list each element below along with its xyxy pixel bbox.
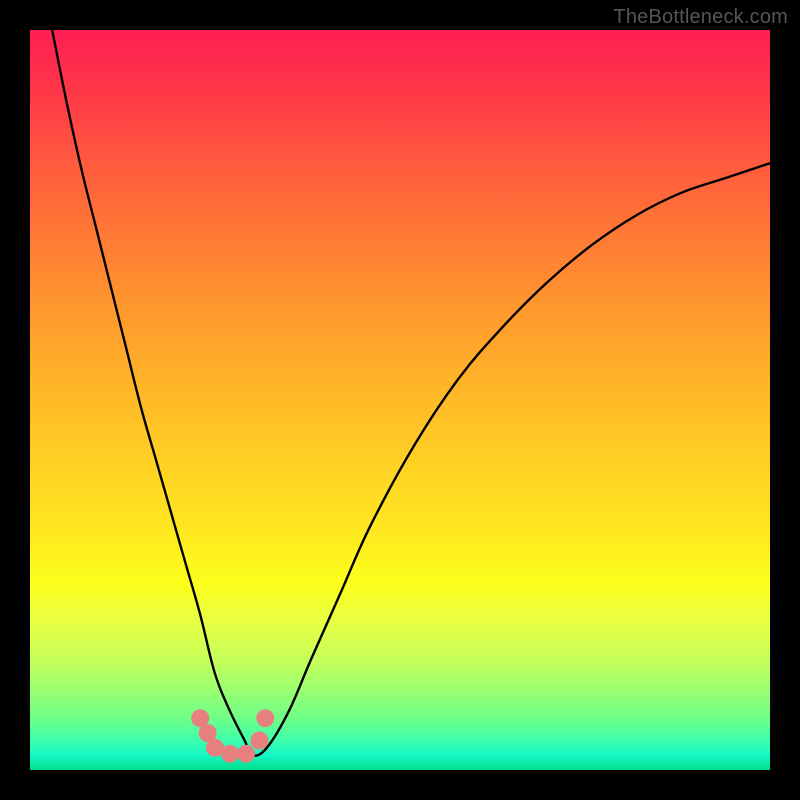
- watermark-text: TheBottleneck.com: [613, 6, 788, 29]
- marker-dot: [256, 709, 274, 727]
- marker-dot: [221, 745, 239, 763]
- outer-frame: TheBottleneck.com: [0, 0, 800, 800]
- marker-dot: [237, 745, 255, 763]
- curve-layer: [30, 30, 770, 770]
- plot-area: [30, 30, 770, 770]
- bottleneck-curve: [52, 30, 770, 756]
- marker-dot: [250, 731, 268, 749]
